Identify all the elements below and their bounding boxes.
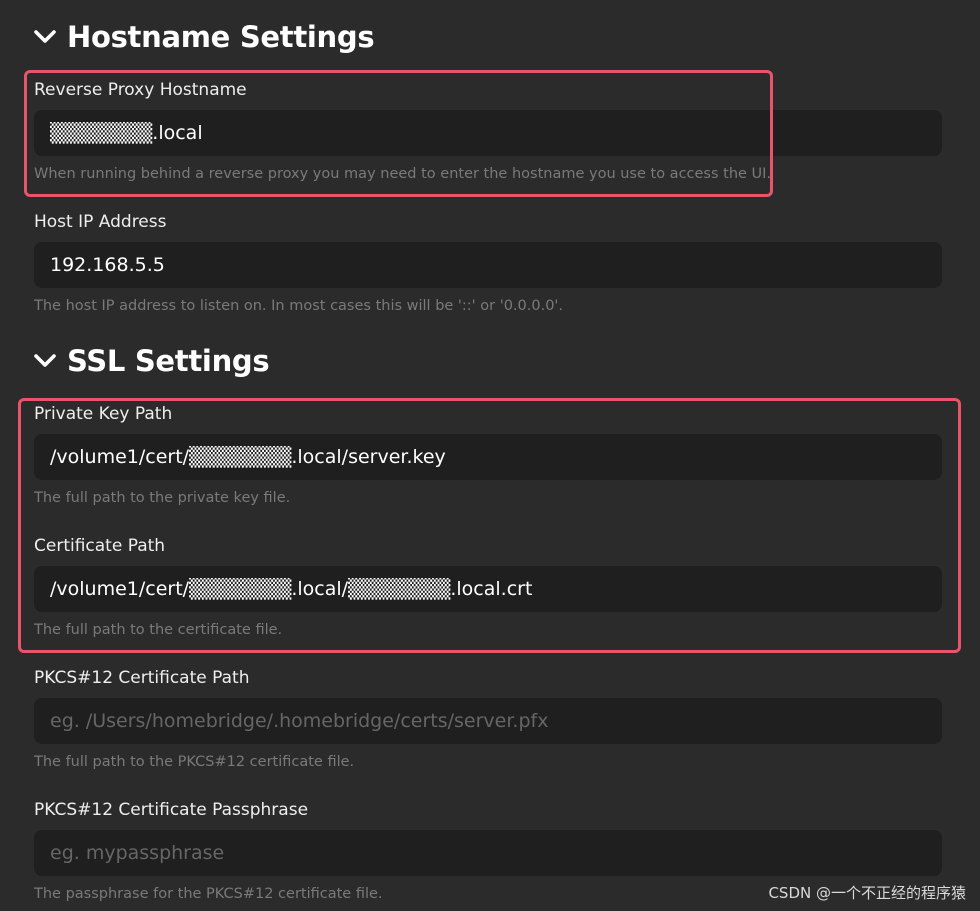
host-ip-address-input[interactable] (34, 242, 942, 288)
chevron-down-icon[interactable] (32, 24, 58, 50)
hostname-settings-header[interactable]: Hostname Settings (32, 20, 375, 54)
chevron-down-icon[interactable] (32, 348, 58, 374)
csdn-watermark: CSDN @一个不正经的程序猿 (768, 884, 966, 902)
pkcs12-certificate-path-help: The full path to the PKCS#12 certificate… (34, 754, 355, 770)
ssl-settings-header[interactable]: SSL Settings (32, 344, 270, 378)
host-ip-address-help: The host IP address to listen on. In mos… (34, 298, 564, 314)
pkcs12-passphrase-help: The passphrase for the PKCS#12 certifica… (34, 886, 383, 902)
pkcs12-certificate-path-label: PKCS#12 Certificate Path (34, 668, 250, 688)
private-key-path-input[interactable] (34, 434, 942, 480)
pkcs12-passphrase-input[interactable] (34, 830, 942, 876)
reverse-proxy-hostname-label: Reverse Proxy Hostname (34, 80, 247, 100)
private-key-path-label: Private Key Path (34, 404, 173, 424)
ssl-settings-title: SSL Settings (67, 344, 270, 378)
certificate-path-input[interactable] (34, 566, 942, 612)
reverse-proxy-hostname-help: When running behind a reverse proxy you … (34, 166, 772, 182)
certificate-path-label: Certificate Path (34, 536, 166, 556)
pkcs12-passphrase-label: PKCS#12 Certificate Passphrase (34, 800, 309, 820)
private-key-path-help: The full path to the private key file. (34, 490, 291, 506)
reverse-proxy-hostname-input[interactable] (34, 110, 942, 156)
certificate-path-help: The full path to the certificate file. (34, 622, 283, 638)
host-ip-address-label: Host IP Address (34, 212, 167, 232)
pkcs12-certificate-path-input[interactable] (34, 698, 942, 744)
hostname-settings-title: Hostname Settings (67, 20, 375, 54)
